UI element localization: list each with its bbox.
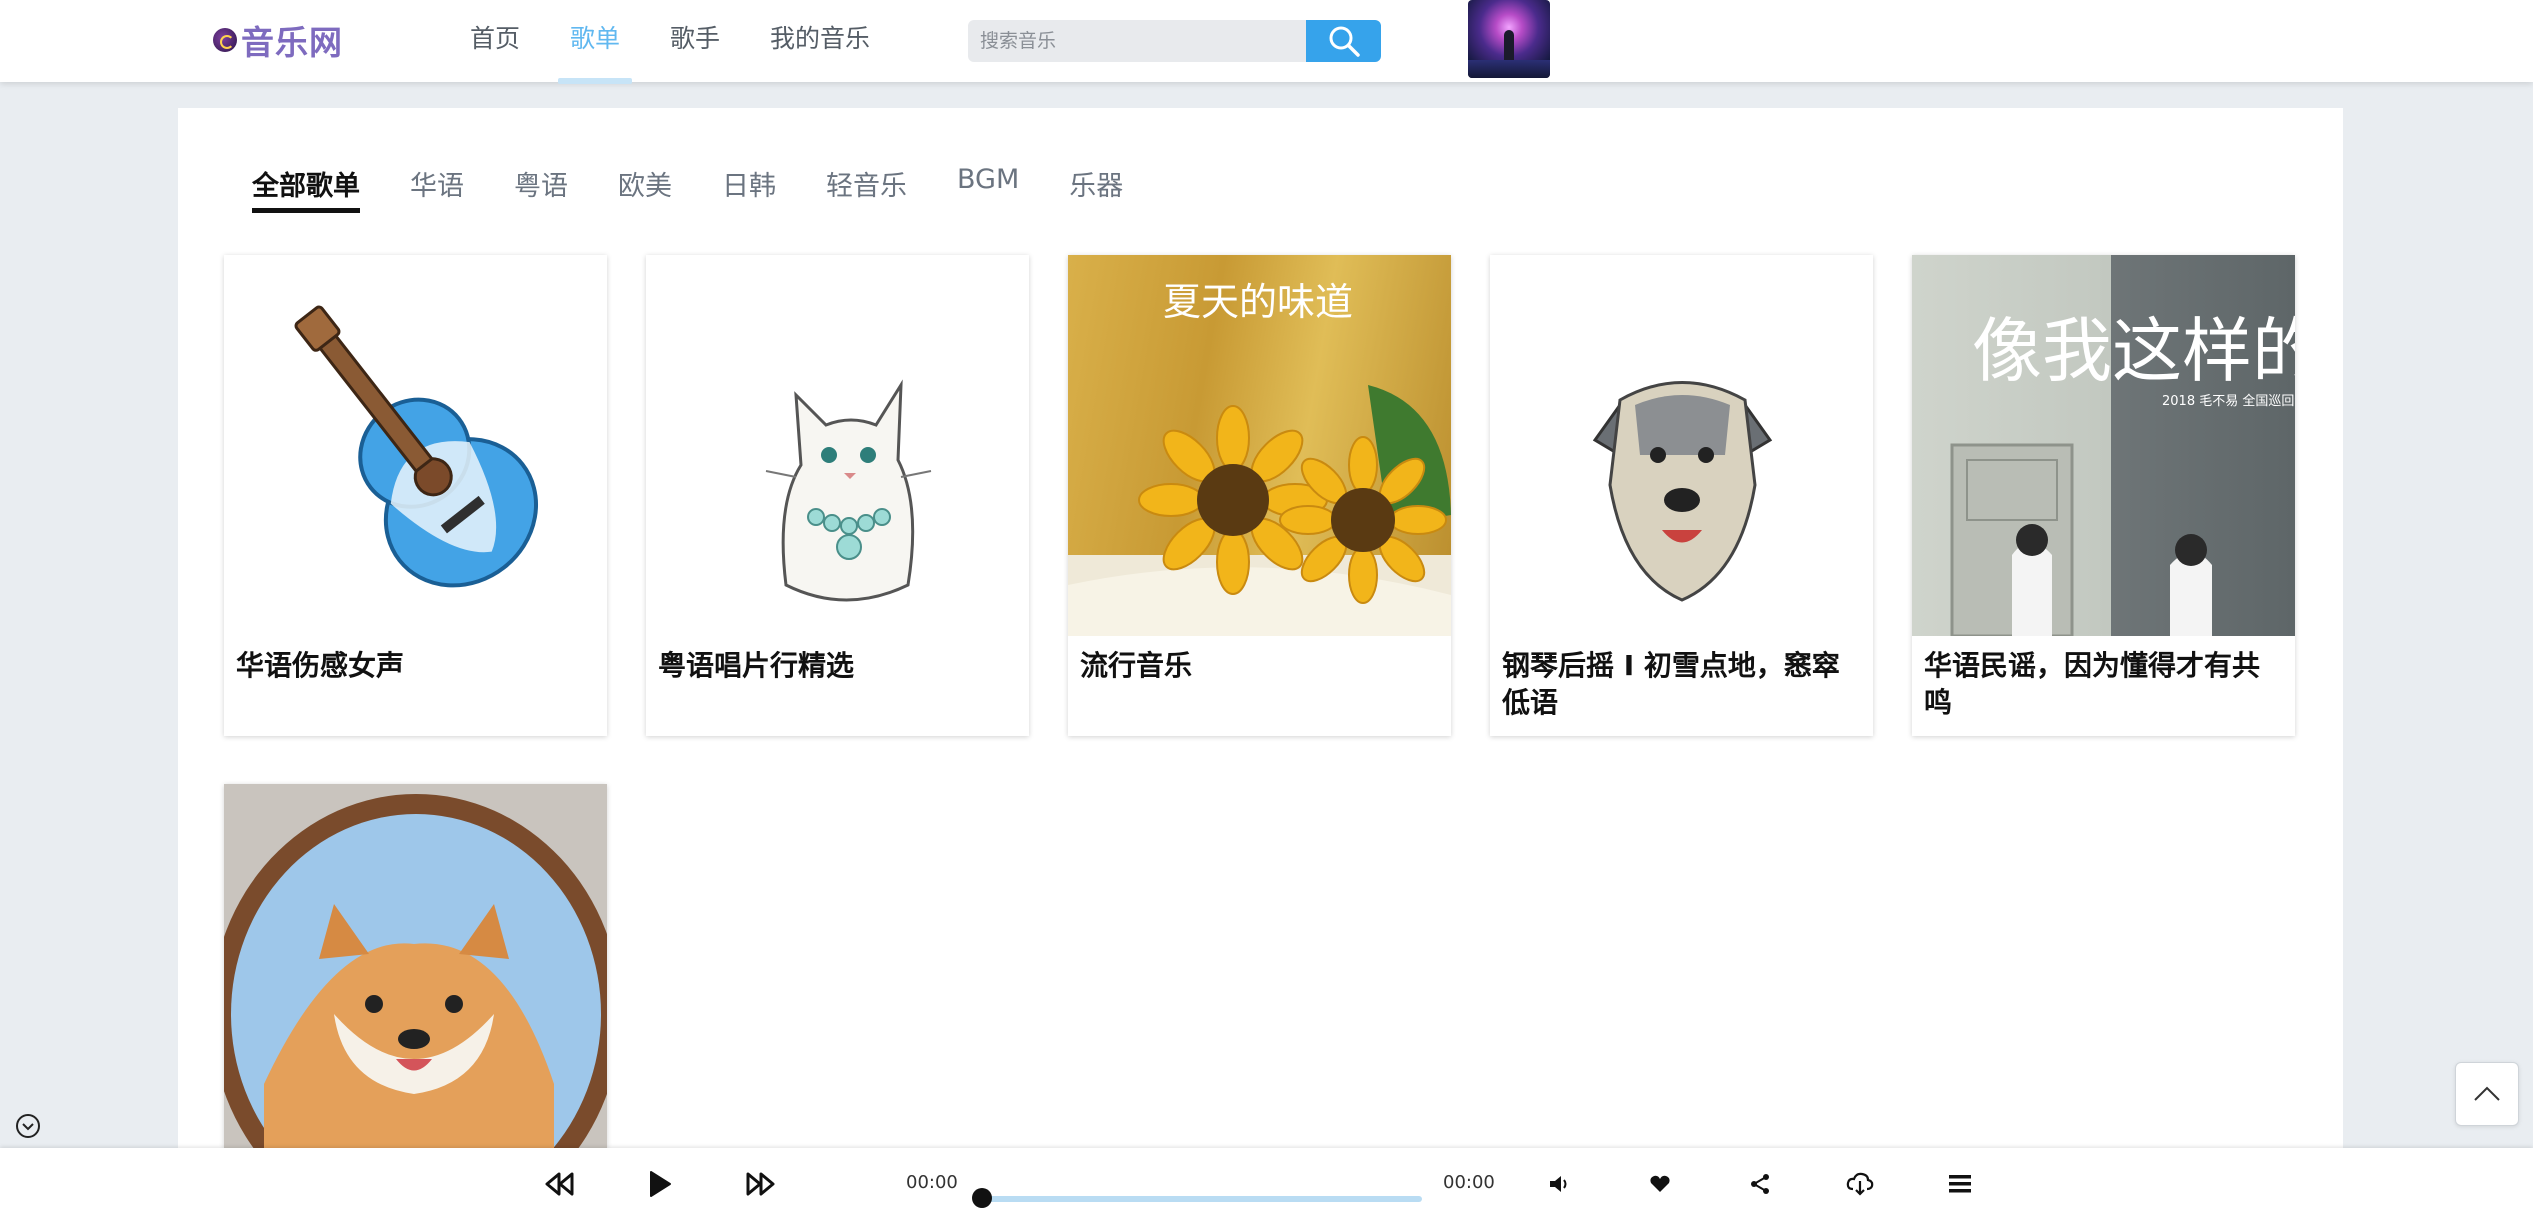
menu-icon bbox=[1949, 1175, 1971, 1193]
site-logo[interactable]: 音乐网 bbox=[213, 20, 343, 62]
playlist-title: 粤语唱片行精选 bbox=[658, 649, 855, 682]
category-tabs: 全部歌单 华语 粤语 欧美 日韩 轻音乐 BGM 乐器 bbox=[252, 164, 1173, 213]
tab-cantonese[interactable]: 粤语 bbox=[514, 164, 568, 213]
nav-singers[interactable]: 歌手 bbox=[670, 0, 720, 82]
playlist-cover-concert: 像我这样的人 2018 毛不易 全国巡回演唱会 bbox=[1912, 255, 2295, 636]
nav-playlists[interactable]: 歌单 bbox=[558, 0, 633, 84]
tab-light-music[interactable]: 轻音乐 bbox=[826, 164, 907, 213]
collapse-button[interactable] bbox=[14, 1112, 42, 1140]
playlist-cover-dog bbox=[1490, 255, 1873, 636]
download-button[interactable] bbox=[1840, 1164, 1880, 1204]
playlist-panel: 全部歌单 华语 粤语 欧美 日韩 轻音乐 BGM 乐器 华语伤感女声 粤语唱片行… bbox=[178, 108, 2343, 1148]
cover-subtext: 2018 毛不易 全国巡回演唱会 bbox=[2162, 393, 2295, 409]
search-button[interactable] bbox=[1306, 20, 1381, 62]
heart-icon bbox=[1650, 1175, 1670, 1192]
chevron-up-icon bbox=[2474, 1086, 2500, 1101]
playlist-card[interactable]: 粤语唱片行精选 bbox=[646, 255, 1029, 736]
tab-instrument[interactable]: 乐器 bbox=[1069, 164, 1123, 213]
playlist-card[interactable]: 钢琴后摇 I 初雪点地，窸窣低语 bbox=[1490, 255, 1873, 736]
share-icon bbox=[1751, 1174, 1769, 1194]
playlist-cover-cat bbox=[646, 255, 1029, 636]
progress-handle[interactable] bbox=[972, 1188, 992, 1208]
progress-bar[interactable] bbox=[980, 1196, 1422, 1202]
nav-my-music[interactable]: 我的音乐 bbox=[770, 0, 870, 82]
playlist-title: 钢琴后摇 I 初雪点地，窸窣低语 bbox=[1502, 649, 1840, 719]
playlist-card[interactable]: 华语伤感女声 bbox=[224, 255, 607, 736]
play-button[interactable] bbox=[640, 1164, 680, 1204]
main-nav: 首页 歌单 歌手 我的音乐 bbox=[470, 0, 920, 84]
tab-chinese[interactable]: 华语 bbox=[410, 164, 464, 213]
play-icon bbox=[650, 1171, 671, 1197]
cover-text: 夏天的味道 bbox=[1163, 280, 1353, 324]
logo-icon bbox=[213, 28, 237, 52]
search-input[interactable] bbox=[968, 20, 1306, 62]
previous-button[interactable] bbox=[540, 1164, 580, 1204]
tab-western[interactable]: 欧美 bbox=[618, 164, 672, 213]
current-time: 00:00 bbox=[906, 1172, 958, 1193]
playlist-title: 华语民谣，因为懂得才有共鸣 bbox=[1924, 649, 2261, 719]
volume-icon bbox=[1550, 1176, 1567, 1192]
tab-bgm[interactable]: BGM bbox=[957, 164, 1019, 213]
playlist-menu-button[interactable] bbox=[1940, 1164, 1980, 1204]
nav-home[interactable]: 首页 bbox=[470, 0, 520, 82]
tab-all[interactable]: 全部歌单 bbox=[252, 164, 360, 213]
fast-forward-icon bbox=[746, 1172, 775, 1196]
playlist-card[interactable] bbox=[224, 784, 607, 1148]
next-button[interactable] bbox=[740, 1164, 780, 1204]
total-time: 00:00 bbox=[1443, 1172, 1495, 1193]
cloud-download-icon bbox=[1846, 1172, 1874, 1196]
chevron-down-circle-icon bbox=[16, 1114, 40, 1138]
user-avatar[interactable] bbox=[1468, 0, 1550, 78]
music-player-bar: 00:00 00:00 bbox=[0, 1148, 2533, 1221]
like-button[interactable] bbox=[1640, 1164, 1680, 1204]
volume-button[interactable] bbox=[1540, 1164, 1580, 1204]
cover-text: 像我这样的人 bbox=[1972, 310, 2295, 392]
playlist-cover-guitar bbox=[224, 255, 607, 636]
playlist-cover-sunflower: 夏天的味道 bbox=[1068, 255, 1451, 636]
playlist-card[interactable]: 像我这样的人 2018 毛不易 全国巡回演唱会 华语民谣，因为懂得才有共鸣 bbox=[1912, 255, 2295, 736]
playlist-card[interactable]: 夏天的味道 流行音乐 bbox=[1068, 255, 1451, 736]
top-header: 音乐网 首页 歌单 歌手 我的音乐 bbox=[0, 0, 2533, 84]
playlist-title: 流行音乐 bbox=[1080, 649, 1193, 682]
playlist-title: 华语伤感女声 bbox=[236, 649, 405, 682]
share-button[interactable] bbox=[1740, 1164, 1780, 1204]
back-to-top-button[interactable] bbox=[2455, 1062, 2519, 1126]
logo-text: 音乐网 bbox=[241, 23, 343, 62]
search-icon bbox=[1329, 26, 1360, 57]
rewind-icon bbox=[545, 1172, 574, 1196]
playlist-cover-shiba bbox=[224, 784, 607, 1148]
tab-jp-kr[interactable]: 日韩 bbox=[722, 164, 776, 213]
